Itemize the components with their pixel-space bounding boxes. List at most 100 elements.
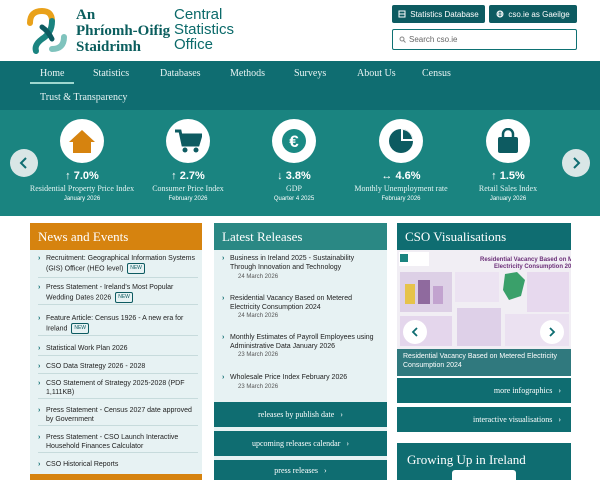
chevron-right-icon: › [340, 410, 343, 419]
release-date: 24 March 2026 [238, 274, 279, 280]
more-infographics-label: more infographics [493, 386, 553, 395]
release-title: Business in Ireland 2025 - Sustainabilit… [230, 255, 355, 271]
cso-logo-icon[interactable] [22, 5, 72, 55]
brand-english[interactable]: Central Statistics Office [174, 7, 234, 52]
news-item[interactable]: › Recruitment: Geographical Information … [38, 254, 198, 278]
release-item[interactable]: › Wholesale Price Index February 2026 [222, 373, 382, 382]
search-input[interactable]: Search cso.ie [392, 29, 577, 50]
svg-text:€: € [289, 132, 299, 151]
chevron-right-icon: › [38, 363, 41, 370]
viz-prev-button[interactable] [403, 320, 427, 344]
news-item-text: Press Statement - Ireland's Most Popular… [46, 284, 174, 302]
stat-date-retail: January 2026 [489, 196, 527, 202]
chevron-right-icon [549, 327, 556, 337]
nav-surveys[interactable]: Surveys [294, 68, 326, 79]
release-item[interactable]: › Monthly Estimates of Payroll Employees… [222, 333, 382, 351]
news-item-text: Press Statement - CSO Launch Interactive… [46, 434, 179, 450]
globe-icon [496, 10, 504, 18]
stat-date-gdp: Quarter 4 2025 [273, 196, 315, 202]
news-item-text: CSO Historical Reports [46, 461, 119, 468]
news-item[interactable]: › Press Statement - Ireland's Most Popul… [38, 283, 198, 305]
nav-census[interactable]: Census [422, 68, 451, 79]
news-item-text: CSO Statement of Strategy 2025-2028 (PDF… [46, 380, 185, 396]
chevron-right-icon: › [558, 386, 561, 395]
chevron-right-icon: › [222, 334, 225, 341]
chevron-right-icon: › [558, 415, 561, 424]
chevron-right-icon: › [222, 374, 225, 381]
releases-by-date-label: releases by publish date [258, 410, 335, 419]
shopping-bag-icon[interactable] [486, 119, 530, 163]
nav-databases[interactable]: Databases [160, 68, 201, 79]
nav-statistics[interactable]: Statistics [93, 68, 129, 79]
viz-heading: CSO Visualisations [397, 223, 571, 250]
brand-irish-line3: Staidrimh [76, 39, 142, 55]
nav-methods[interactable]: Methods [230, 68, 265, 79]
nav-active-indicator [30, 82, 74, 84]
pie-chart-icon[interactable] [379, 119, 423, 163]
infographic-title-line: Electricity Consumption 2024 [494, 264, 571, 270]
nav-trust-transparency[interactable]: Trust & Transparency [40, 92, 127, 103]
release-date: 23 March 2026 [238, 352, 279, 358]
new-badge: NEW [71, 323, 90, 334]
brand-english-line3: Office [174, 36, 213, 53]
chevron-right-icon: › [38, 407, 41, 414]
nav-home[interactable]: Home [40, 68, 64, 79]
chevron-right-icon: › [38, 434, 41, 441]
news-item[interactable]: › Press Statement - Census 2027 date app… [38, 406, 198, 426]
upcoming-releases-label: upcoming releases calendar [251, 439, 341, 448]
news-item[interactable]: › Feature Article: Census 1926 - A new e… [38, 314, 198, 336]
news-item-text: Feature Article: Census 1926 - A new era… [46, 315, 184, 333]
press-releases-link[interactable]: press releases › [214, 460, 387, 480]
release-title: Monthly Estimates of Payroll Employees u… [230, 334, 374, 350]
stat-date-cpi: February 2026 [168, 196, 208, 202]
euro-icon[interactable]: € [272, 119, 316, 163]
release-item[interactable]: › Business in Ireland 2025 - Sustainabil… [222, 254, 382, 272]
interactive-visualisations-label: interactive visualisations [473, 415, 553, 424]
upcoming-releases-link[interactable]: upcoming releases calendar › [214, 431, 387, 456]
chevron-right-icon: › [38, 255, 41, 262]
database-icon [398, 10, 406, 18]
chevron-right-icon: › [222, 295, 225, 302]
stat-value-gdp: ↓ 3.8% [277, 170, 311, 182]
news-item[interactable]: › Press Statement - CSO Launch Interacti… [38, 433, 198, 453]
news-item[interactable]: › CSO Statement of Strategy 2025-2028 (P… [38, 379, 198, 399]
interactive-visualisations-link[interactable]: interactive visualisations › [397, 407, 571, 432]
news-footer-bar [30, 474, 202, 480]
news-heading: News and Events [30, 223, 202, 250]
nav-about-us[interactable]: About Us [357, 68, 396, 79]
brand-irish[interactable]: An Phríomh-Oifig Staidrimh [76, 7, 170, 55]
cart-icon[interactable] [166, 119, 210, 163]
chevron-right-icon: › [38, 345, 41, 352]
viz-caption[interactable]: Residential Vacancy Based on Metered Ele… [397, 349, 571, 376]
statistics-database-label: Statistics Database [410, 9, 479, 19]
site-header: An Phríomh-Oifig Staidrimh Central Stati… [0, 0, 600, 61]
news-item[interactable]: › CSO Data Strategy 2026 - 2028 [38, 362, 198, 374]
viz-next-button[interactable] [540, 320, 564, 344]
new-badge: NEW [127, 263, 145, 274]
chevron-right-icon: › [38, 380, 41, 387]
releases-by-date-link[interactable]: releases by publish date › [214, 402, 387, 427]
statistics-database-button[interactable]: Statistics Database [392, 5, 485, 23]
chevron-left-icon [19, 157, 27, 169]
brand-english-line2: Statistics [174, 21, 235, 38]
stat-value-cpi: ↑ 2.7% [171, 170, 205, 182]
news-item[interactable]: › CSO Historical Reports [38, 460, 198, 472]
chevron-right-icon: › [346, 439, 350, 448]
stat-label-retail[interactable]: Retail Sales Index [438, 184, 578, 193]
news-item[interactable]: › Statistical Work Plan 2026 [38, 344, 198, 356]
gaeilge-button[interactable]: cso.ie as Gaeilge [489, 5, 577, 23]
brand-irish-line1: An [76, 7, 96, 23]
stat-date-rppi: January 2026 [63, 196, 101, 202]
brand-irish-line2: Phríomh-Oifig [76, 23, 171, 39]
news-item-text: Press Statement - Census 2027 date appro… [46, 407, 192, 423]
news-item-text: Statistical Work Plan 2026 [46, 345, 128, 352]
release-item[interactable]: › Residential Vacancy Based on Metered E… [222, 294, 382, 312]
release-title: Wholesale Price Index February 2026 [230, 374, 348, 381]
release-title: Residential Vacancy Based on Metered Ele… [230, 295, 353, 311]
press-releases-label: press releases [274, 465, 319, 475]
more-infographics-link[interactable]: more infographics › [397, 378, 571, 403]
chevron-right-icon: › [38, 461, 41, 468]
stat-value-unemployment: ↔ 4.6% [381, 170, 421, 182]
house-icon[interactable] [60, 119, 104, 163]
releases-heading: Latest Releases [214, 223, 387, 250]
